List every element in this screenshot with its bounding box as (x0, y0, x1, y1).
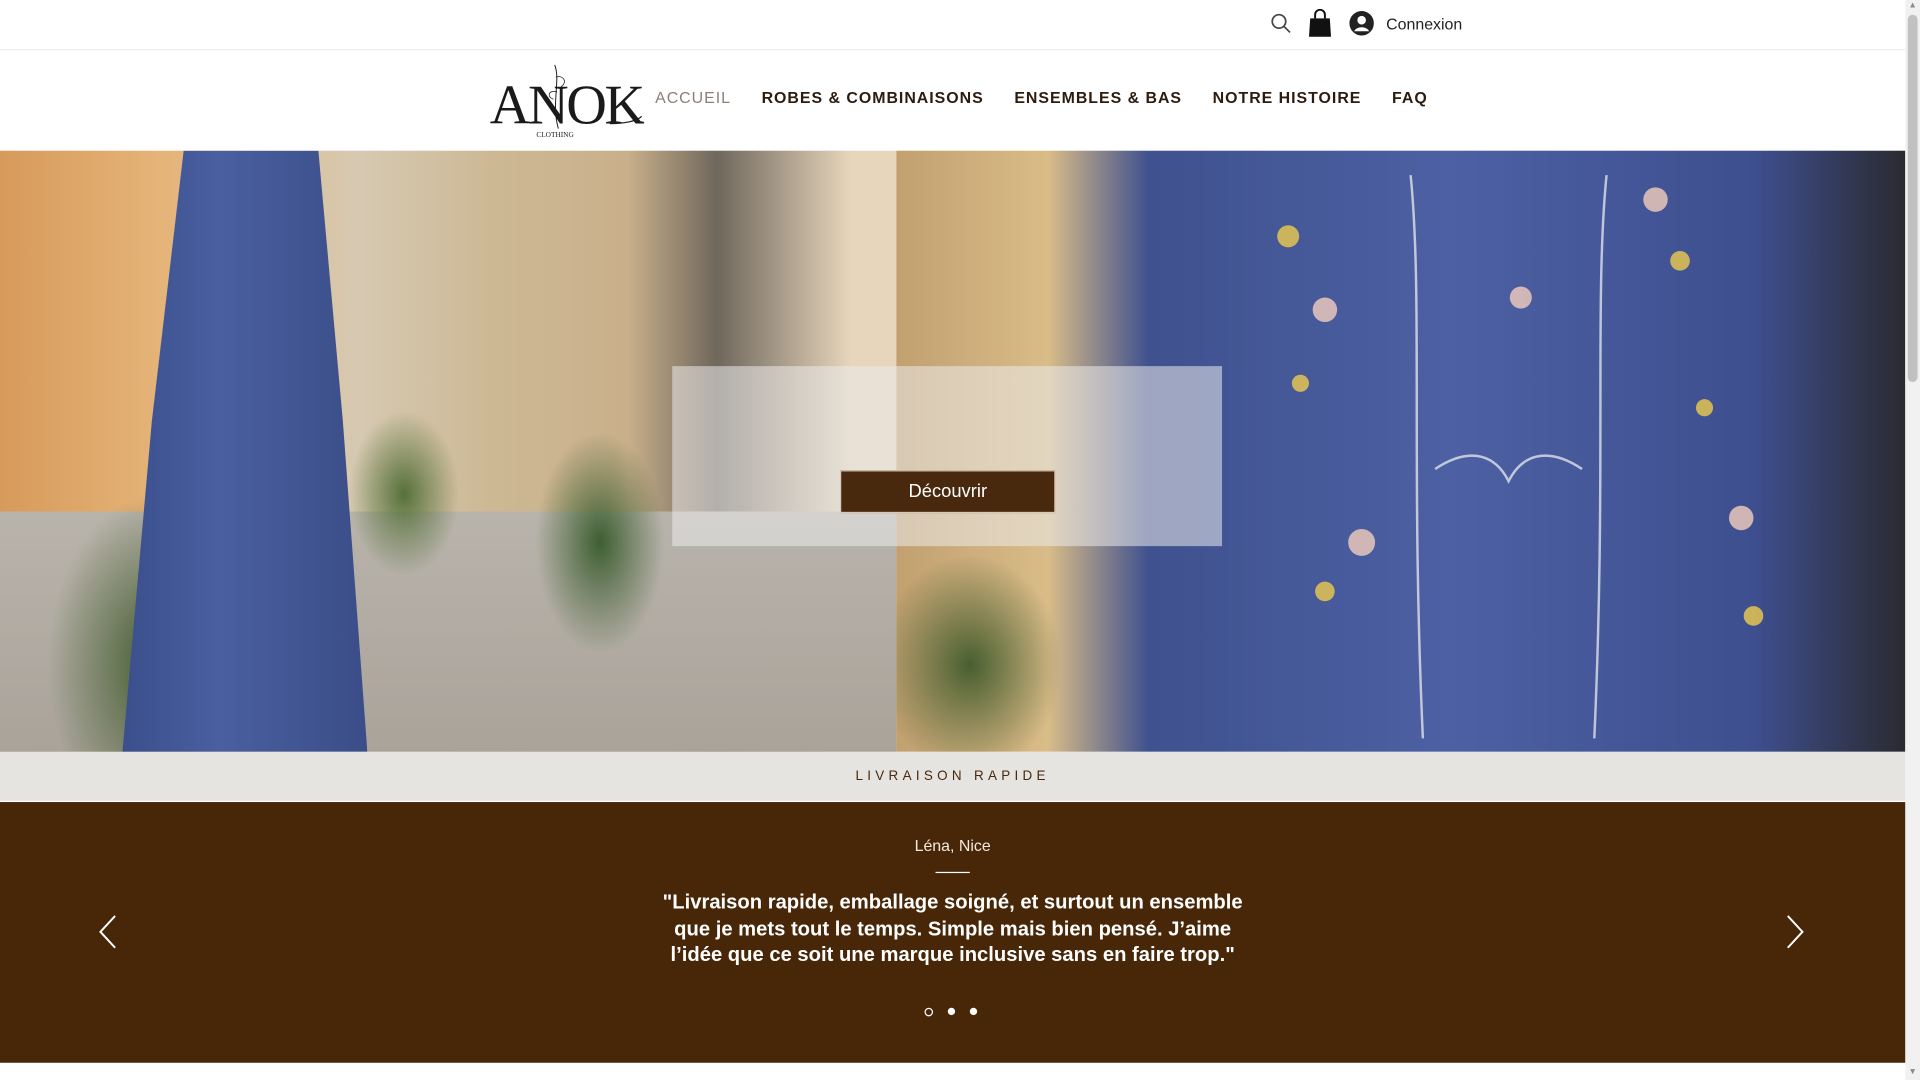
user-avatar-icon (1349, 11, 1374, 36)
svg-text:CLOTHING: CLOTHING (536, 130, 574, 139)
slider-pagination (924, 1007, 978, 1017)
chevron-right-icon[interactable] (1785, 915, 1805, 949)
hero-model-figure (122, 150, 368, 752)
search-icon[interactable] (1270, 12, 1292, 34)
hero-banner: Découvrir (0, 150, 1906, 752)
page-bottom (0, 1062, 1906, 1080)
shipping-text: LIVRAISON RAPIDE (855, 768, 1050, 784)
login-button[interactable]: Connexion (1349, 11, 1463, 36)
nav-item-notre-histoire[interactable]: NOTRE HISTOIRE (1213, 88, 1362, 106)
slider-dot-3[interactable] (969, 1007, 978, 1016)
hero-overlay-panel: Découvrir (672, 366, 1223, 547)
testimonial-quote: "Livraison rapide, emballage soigné, et … (662, 891, 1243, 967)
svg-text:ANOK: ANOK (490, 75, 644, 137)
login-label: Connexion (1386, 14, 1463, 33)
nav-item-accueil[interactable]: ACCUEIL (655, 88, 731, 106)
main-navigation: ACCUEIL ROBES & COMBINAISONS ENSEMBLES &… (655, 88, 1458, 106)
testimonial-divider (935, 871, 970, 874)
shopping-bag-icon[interactable] (1308, 8, 1332, 38)
scroll-down-icon[interactable]: ▼ (1908, 1068, 1918, 1078)
slider-dot-1[interactable] (924, 1007, 934, 1017)
scroll-up-icon[interactable]: ▲ (1908, 1, 1918, 11)
brand-logo[interactable]: ANOK CLOTHING (487, 55, 644, 141)
nav-item-faq[interactable]: FAQ (1392, 88, 1428, 106)
testimonial-slider: Léna, Nice "Livraison rapide, emballage … (0, 802, 1906, 1063)
slider-dot-2[interactable] (947, 1007, 956, 1016)
page: Connexion ANOK CLOTHING ACCUEIL ROBES & … (0, 0, 1920, 1080)
top-utility-bar: Connexion (0, 0, 1906, 51)
scrollbar-thumb[interactable] (1907, 14, 1918, 383)
discover-button[interactable]: Découvrir (840, 470, 1056, 514)
chevron-left-icon[interactable] (98, 915, 118, 949)
shipping-banner: LIVRAISON RAPIDE (0, 751, 1906, 801)
testimonial-author: Léna, Nice (914, 836, 991, 855)
page-scrollbar[interactable]: ▲ ▼ (1905, 0, 1920, 1080)
nav-item-robes-combinaisons[interactable]: ROBES & COMBINAISONS (762, 88, 984, 106)
nav-item-ensembles-bas[interactable]: ENSEMBLES & BAS (1014, 88, 1182, 106)
site-header: ANOK CLOTHING ACCUEIL ROBES & COMBINAISO… (0, 50, 1906, 151)
